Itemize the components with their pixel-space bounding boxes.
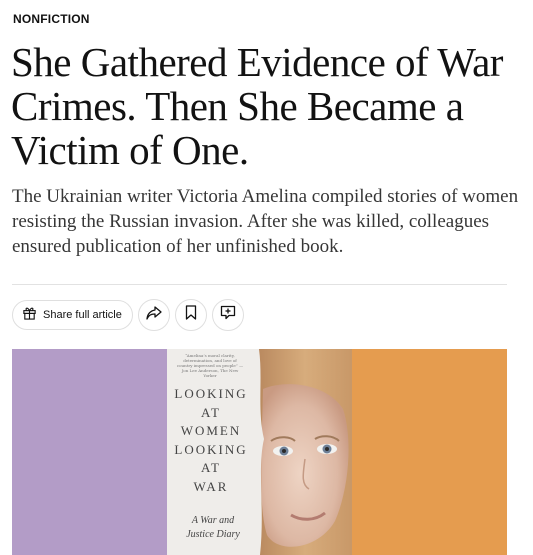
share-toolbar: Share full article [12,299,244,331]
comment-icon [220,305,236,325]
save-button[interactable] [174,299,207,331]
cover-title: LOOKING AT WOMEN LOOKING AT WAR [174,386,248,494]
article-headline: She Gathered Evidence of War Crimes. The… [11,39,503,173]
cover-subtitle: A War and Justice Diary [186,515,240,540]
hero-image: “Amelina’s moral clarity, determination,… [12,349,507,555]
article-page: NONFICTION She Gathered Evidence of War … [0,0,533,555]
hero-left-panel [12,349,167,555]
divider [12,284,507,285]
comments-button[interactable] [211,299,244,331]
cover-blurb: “Amelina’s moral clarity, determination,… [176,353,244,378]
gift-icon [22,305,37,325]
share-arrow-icon [146,305,162,325]
hero-right-panel [352,349,507,555]
share-button[interactable] [137,299,170,331]
section-kicker[interactable]: NONFICTION [13,12,90,26]
share-full-article-label: Share full article [43,309,122,321]
bookmark-icon [185,305,197,325]
share-full-article-button[interactable]: Share full article [12,300,133,330]
book-cover: “Amelina’s moral clarity, determination,… [167,349,352,555]
article-summary: The Ukrainian writer Victoria Amelina co… [12,186,519,257]
